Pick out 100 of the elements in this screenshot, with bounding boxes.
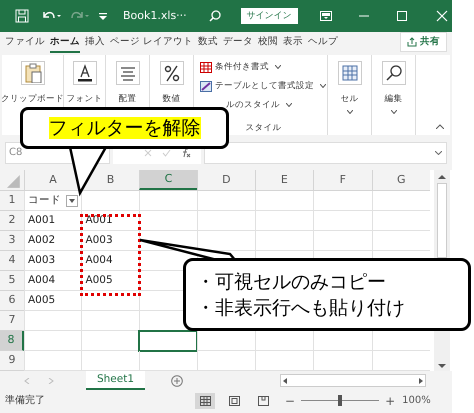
group-label: セル: [340, 93, 358, 106]
add-sheet-icon[interactable]: [171, 374, 183, 386]
scroll-left-icon[interactable]: [283, 378, 287, 384]
table-cell: A005: [24, 291, 82, 311]
style-command[interactable]: ルのスタイル: [226, 97, 292, 113]
zoom-thumb[interactable]: [338, 395, 342, 406]
clipboard-icon: [22, 63, 42, 83]
close-icon[interactable]: [436, 10, 448, 22]
collapse-ribbon-icon[interactable]: [436, 124, 444, 129]
style-command[interactable]: 条件付き書式: [200, 59, 281, 75]
formula-field[interactable]: [204, 142, 447, 164]
scroll-thumb[interactable]: [437, 183, 447, 258]
row-header[interactable]: 2: [0, 211, 24, 231]
ribbon-tab[interactable]: 校閲: [258, 34, 278, 53]
expand-icon: [435, 150, 442, 154]
filter-button[interactable]: [66, 195, 78, 207]
scroll-right-icon[interactable]: [419, 378, 423, 384]
table-cell: [254, 211, 314, 231]
row-header[interactable]: 4: [0, 251, 24, 271]
ribbon-tab[interactable]: ファイル: [5, 34, 45, 53]
group-label: 編集: [384, 93, 402, 106]
table-cell: [372, 351, 430, 371]
column-header[interactable]: C: [138, 170, 198, 190]
table-cell: [24, 331, 82, 351]
ribbon-button[interactable]: [72, 61, 96, 85]
table-cell: [197, 351, 255, 371]
normal-view-icon: [200, 396, 210, 406]
column-header[interactable]: F: [313, 170, 372, 190]
share-button[interactable]: 共有: [400, 32, 447, 52]
table-cell: [138, 211, 198, 231]
callout-text: ・可視セルのみコピー: [196, 270, 387, 294]
save-icon[interactable]: [15, 9, 29, 23]
conditional-format-icon: [200, 62, 212, 72]
page-layout-icon: [228, 396, 240, 406]
column-header[interactable]: D: [197, 170, 255, 190]
ribbon-tab[interactable]: ヘルプ: [308, 34, 338, 53]
zoom-in-button[interactable]: +: [385, 392, 396, 410]
enter-icon[interactable]: [162, 148, 171, 156]
row-header[interactable]: 3: [0, 231, 24, 251]
table-cell: [197, 191, 255, 211]
ribbon-tab[interactable]: 表示: [283, 34, 304, 53]
row-header[interactable]: 9: [0, 351, 24, 371]
ribbon-tab[interactable]: データ: [223, 34, 254, 53]
horizontal-scrollbar[interactable]: [280, 374, 426, 387]
table-cell: [81, 311, 139, 331]
maximize-icon[interactable]: [396, 10, 408, 22]
row-header[interactable]: 7: [0, 311, 24, 331]
table-cell: [254, 351, 314, 371]
cells-button[interactable]: [338, 61, 362, 85]
header-label: コード: [28, 192, 61, 208]
cancel-icon[interactable]: [144, 148, 152, 156]
sign-in-button[interactable]: サインイン: [240, 8, 298, 24]
row-header[interactable]: 5: [0, 271, 24, 291]
row-header[interactable]: 1: [0, 191, 24, 211]
scroll-down-icon[interactable]: [438, 364, 446, 369]
ribbon-button[interactable]: [116, 61, 140, 85]
dropdown-arrow-icon: [69, 199, 76, 203]
ribbon-tab[interactable]: ホーム: [50, 34, 80, 53]
ribbon-button[interactable]: [160, 61, 184, 85]
status-text: 準備完了: [5, 394, 45, 408]
ribbon-tab[interactable]: 挿入: [85, 34, 105, 53]
customize-icon[interactable]: [99, 12, 107, 20]
view-button[interactable]: [195, 392, 215, 408]
table-cell: [313, 351, 372, 371]
zoom-slider[interactable]: [301, 395, 380, 406]
column-header[interactable]: E: [254, 170, 314, 190]
row-header[interactable]: 8: [0, 331, 24, 351]
table-cell: A003: [24, 251, 82, 271]
zoom-out-button[interactable]: −: [285, 392, 296, 410]
column-header[interactable]: G: [372, 170, 430, 190]
selected-cell[interactable]: [138, 331, 198, 351]
table-format-icon: [200, 80, 212, 92]
caret-icon: [286, 103, 292, 107]
table-cell: [24, 311, 82, 331]
table-cell: [24, 351, 82, 371]
scroll-up-icon[interactable]: [438, 174, 446, 179]
sheet-tab[interactable]: Sheet1: [86, 371, 145, 390]
zoom-level[interactable]: 100%: [402, 393, 431, 408]
caret-icon: [275, 65, 281, 69]
table-cell: A001: [24, 211, 82, 231]
group-label: 配置: [118, 93, 136, 106]
search-icon[interactable]: [208, 10, 221, 22]
callout-text: フィルターを解除: [48, 117, 200, 139]
ribbon-tab[interactable]: 数式: [198, 34, 218, 53]
table-cell: [138, 191, 198, 211]
editing-button[interactable]: [382, 61, 406, 85]
row-header[interactable]: 6: [0, 291, 24, 311]
search-icon: [384, 63, 404, 83]
ribbon-tab[interactable]: ページ レイアウト: [110, 34, 194, 53]
table-cell: A005: [81, 271, 139, 291]
style-command[interactable]: テーブルとして書式設定: [200, 78, 326, 94]
group-label: スタイル: [246, 122, 282, 135]
callout-text: ・非表示行へも貼り付け: [196, 296, 406, 320]
share-icon: [407, 37, 417, 47]
table-cell: [81, 331, 139, 351]
caret-icon: [346, 110, 352, 114]
grid-icon: [340, 63, 360, 83]
function-icon[interactable]: [181, 148, 191, 158]
table-cell: A004: [24, 271, 82, 291]
ribbon-display-icon[interactable]: [320, 11, 332, 21]
